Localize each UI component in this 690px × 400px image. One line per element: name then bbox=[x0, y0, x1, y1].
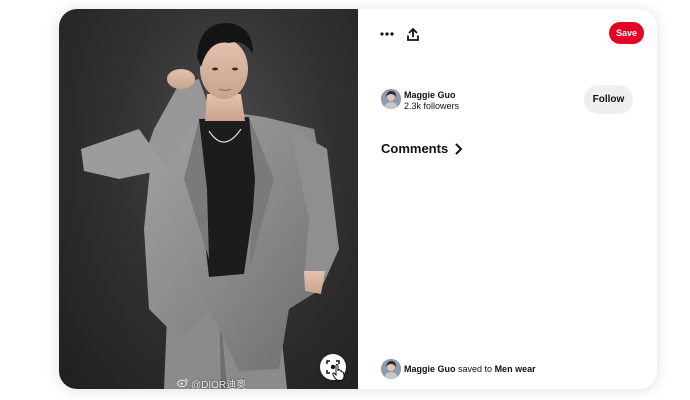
comments-toggle[interactable]: Comments bbox=[381, 141, 463, 156]
share-upload-icon bbox=[407, 27, 419, 41]
more-options-button[interactable] bbox=[375, 22, 399, 46]
pin-closeup-card: @DIOR迪奥 Save Maggie Guo 2.3k followers F… bbox=[59, 9, 657, 389]
pin-details-panel: Save Maggie Guo 2.3k followers Follow Co… bbox=[358, 9, 657, 389]
saved-board-link[interactable]: Men wear bbox=[495, 364, 536, 374]
watermark: @DIOR迪奥 bbox=[177, 376, 246, 389]
saved-by-user[interactable]: Maggie Guo bbox=[404, 364, 456, 374]
saved-to-line: Maggie Guo saved to Men wear bbox=[404, 364, 536, 374]
creator-avatar[interactable] bbox=[381, 89, 401, 109]
watermark-text: @DIOR迪奥 bbox=[191, 380, 247, 389]
follow-button[interactable]: Follow bbox=[584, 85, 633, 114]
pin-photo bbox=[81, 23, 339, 389]
creator-followers: 2.3k followers bbox=[404, 101, 460, 111]
weibo-icon bbox=[177, 378, 188, 390]
share-button[interactable] bbox=[401, 22, 425, 46]
comments-title: Comments bbox=[381, 141, 449, 156]
saved-by-avatar[interactable] bbox=[381, 359, 401, 379]
hand-cursor-icon bbox=[332, 364, 345, 381]
more-dots-icon bbox=[380, 32, 394, 36]
saved-verb: saved to bbox=[458, 364, 493, 374]
pin-image[interactable]: @DIOR迪奥 bbox=[59, 9, 358, 389]
chevron-right-icon bbox=[455, 143, 463, 154]
save-button[interactable]: Save bbox=[609, 22, 644, 44]
creator-name[interactable]: Maggie Guo bbox=[404, 90, 456, 100]
